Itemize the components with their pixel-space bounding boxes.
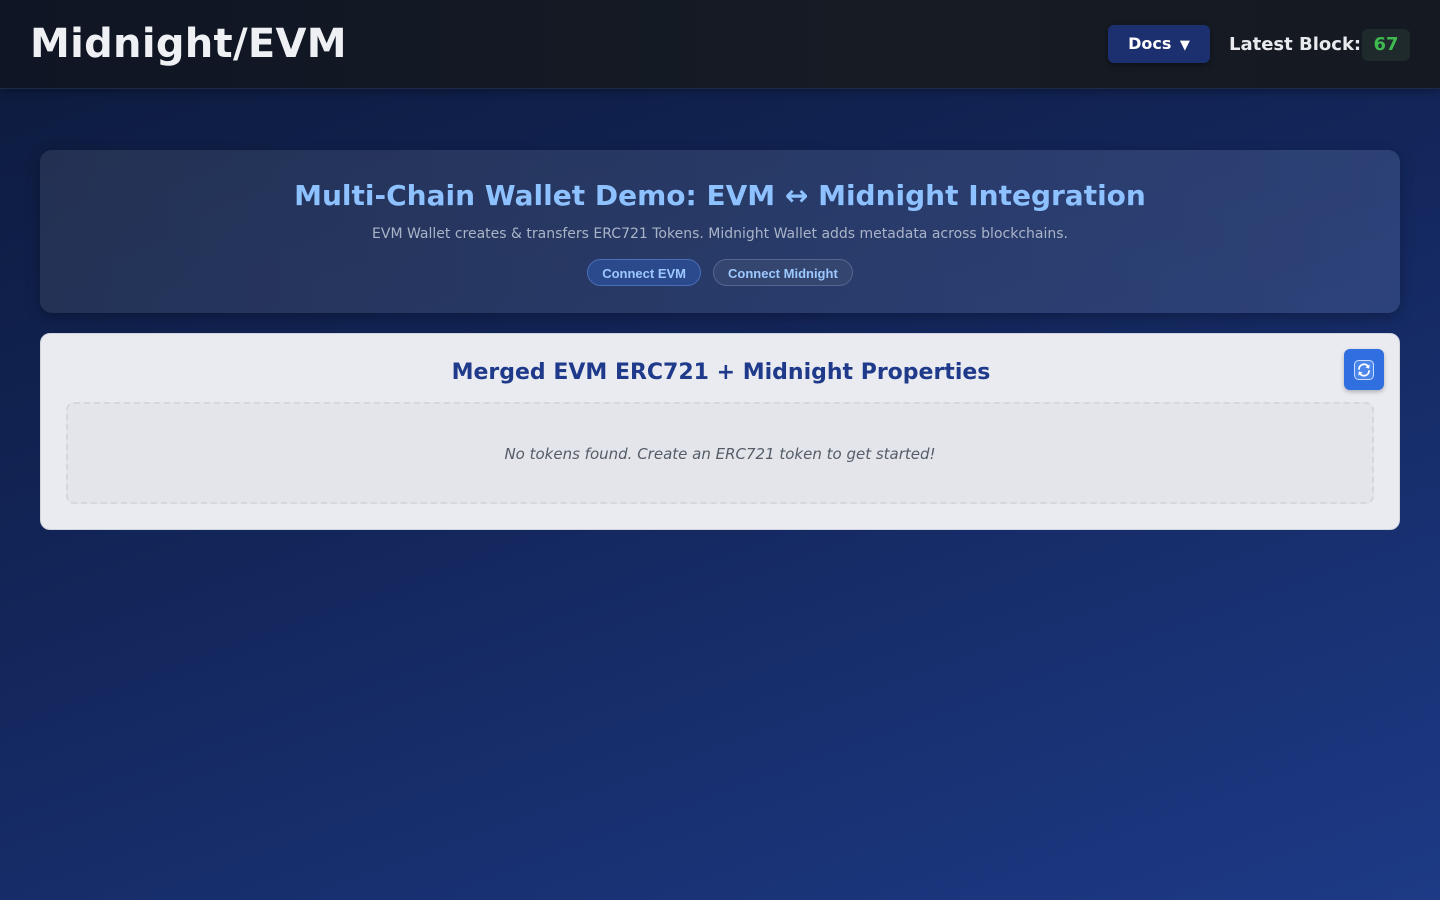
top-navbar: Midnight/EVM Docs ▼ Latest Block: 67 bbox=[0, 0, 1440, 89]
refresh-icon bbox=[1354, 360, 1374, 380]
empty-state-message: No tokens found. Create an ERC721 token … bbox=[504, 445, 936, 463]
tokens-panel: Merged EVM ERC721 + Midnight Properties … bbox=[40, 333, 1400, 530]
docs-label: Docs bbox=[1128, 34, 1172, 53]
hero-title: Multi-Chain Wallet Demo: EVM ↔ Midnight … bbox=[294, 179, 1146, 212]
hero-subtitle: EVM Wallet creates & transfers ERC721 To… bbox=[372, 226, 1068, 242]
empty-state: No tokens found. Create an ERC721 token … bbox=[66, 402, 1374, 504]
connect-midnight-button[interactable]: Connect Midnight bbox=[713, 259, 853, 286]
tokens-panel-title: Merged EVM ERC721 + Midnight Properties bbox=[451, 360, 991, 385]
docs-dropdown-button[interactable]: Docs ▼ bbox=[1108, 25, 1210, 63]
brand-title: Midnight/EVM bbox=[30, 21, 347, 67]
refresh-button[interactable] bbox=[1344, 349, 1384, 390]
hero-card: Multi-Chain Wallet Demo: EVM ↔ Midnight … bbox=[40, 150, 1400, 313]
latest-block-badge: 67 bbox=[1362, 29, 1410, 61]
latest-block-label: Latest Block: bbox=[1229, 34, 1362, 55]
caret-down-icon: ▼ bbox=[1179, 38, 1190, 53]
wallet-connect-actions: Connect EVM Connect Midnight bbox=[40, 259, 1400, 286]
connect-evm-button[interactable]: Connect EVM bbox=[587, 259, 702, 286]
